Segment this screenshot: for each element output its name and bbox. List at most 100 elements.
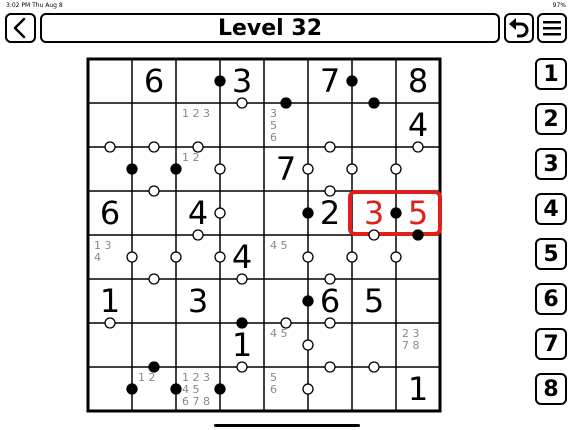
grid-cell[interactable]: [352, 59, 396, 103]
grid-cell[interactable]: [132, 279, 176, 323]
level-title: Level 32: [217, 15, 323, 41]
black-dot-constraint: [214, 383, 226, 395]
grid-cell[interactable]: [132, 235, 176, 279]
chevron-left-icon: [13, 17, 26, 39]
puzzle-board[interactable]: 6 3 7 8476 4 241 3 6 5113 51 2 3 3561 21 344 54 52…: [86, 57, 442, 413]
number-button-4[interactable]: 4: [535, 193, 567, 225]
pencil-mark: 1 2: [182, 151, 200, 164]
grid-cell[interactable]: [220, 103, 264, 147]
undo-button[interactable]: [504, 13, 534, 43]
white-dot-constraint: [324, 141, 336, 153]
status-bar: 3:02 PM Thu Aug 8 97%: [0, 0, 574, 10]
white-dot-constraint: [368, 229, 380, 241]
grid-cell[interactable]: [88, 323, 132, 367]
white-dot-constraint: [324, 273, 336, 285]
white-dot-constraint: [148, 185, 160, 197]
grid-cell[interactable]: [352, 323, 396, 367]
grid-cell[interactable]: [88, 147, 132, 191]
grid-cell[interactable]: [264, 59, 308, 103]
status-time: 3:02 PM Thu Aug 8: [6, 2, 63, 9]
grid-cell[interactable]: [220, 367, 264, 411]
white-dot-constraint: [104, 317, 116, 329]
pencil-mark: 7 8: [402, 339, 420, 352]
black-dot-constraint: [346, 75, 358, 87]
grid-cell[interactable]: [264, 191, 308, 235]
given-digit: 6: [320, 282, 340, 320]
pencil-mark: 4 5: [270, 239, 288, 252]
grid-cell[interactable]: [220, 191, 264, 235]
white-dot-constraint: [192, 141, 204, 153]
grid-cell[interactable]: [308, 235, 352, 279]
white-dot-constraint: [302, 383, 314, 395]
grid-cell[interactable]: [132, 323, 176, 367]
white-dot-constraint: [236, 273, 248, 285]
grid-cell[interactable]: [88, 367, 132, 411]
white-dot-constraint: [412, 141, 424, 153]
pencil-mark: 4: [94, 251, 101, 264]
black-dot-constraint: [126, 383, 138, 395]
entered-digit: 5: [408, 194, 428, 232]
black-dot-constraint: [214, 75, 226, 87]
grid-cell[interactable]: [352, 235, 396, 279]
grid-cell[interactable]: [352, 103, 396, 147]
grid-cell[interactable]: [132, 147, 176, 191]
grid-cell[interactable]: [396, 279, 440, 323]
white-dot-constraint: [302, 339, 314, 351]
grid-cell[interactable]: [352, 367, 396, 411]
grid-cell[interactable]: [308, 323, 352, 367]
white-dot-constraint: [214, 251, 226, 263]
given-digit: 4: [408, 106, 428, 144]
white-dot-constraint: [302, 163, 314, 175]
grid-cell[interactable]: [176, 59, 220, 103]
given-digit: 6: [144, 62, 164, 100]
grid-cell[interactable]: [88, 59, 132, 103]
grid-cell[interactable]: [396, 235, 440, 279]
black-dot-constraint: [170, 383, 182, 395]
status-battery: 97%: [552, 2, 566, 9]
number-button-6[interactable]: 6: [535, 283, 567, 315]
grid-cell[interactable]: [308, 367, 352, 411]
number-button-5[interactable]: 5: [535, 238, 567, 270]
white-dot-constraint: [346, 251, 358, 263]
pencil-mark: 6 7 8: [182, 395, 210, 408]
grid-cell[interactable]: [132, 103, 176, 147]
grid-cell[interactable]: [220, 147, 264, 191]
black-dot-constraint: [170, 163, 182, 175]
white-dot-constraint: [170, 251, 182, 263]
grid-cell[interactable]: [396, 147, 440, 191]
white-dot-constraint: [390, 163, 402, 175]
grid-cell[interactable]: [352, 147, 396, 191]
number-button-7[interactable]: 7: [535, 328, 567, 360]
white-dot-constraint: [214, 207, 226, 219]
hamburger-menu-icon: [543, 21, 561, 36]
pencil-mark: 1 2 3: [182, 107, 210, 120]
grid-cell[interactable]: [308, 147, 352, 191]
white-dot-constraint: [346, 163, 358, 175]
grid-cell[interactable]: [220, 279, 264, 323]
number-button-2[interactable]: 2: [535, 103, 567, 135]
grid-cell[interactable]: [176, 323, 220, 367]
grid-cell[interactable]: [308, 103, 352, 147]
grid-cell[interactable]: [132, 191, 176, 235]
pencil-mark: 4 5: [270, 327, 288, 340]
back-button[interactable]: [5, 13, 36, 43]
pencil-mark: 1 2: [138, 371, 156, 384]
grid-cell[interactable]: [176, 235, 220, 279]
black-dot-constraint: [236, 317, 248, 329]
given-digit: 1: [100, 282, 120, 320]
white-dot-constraint: [390, 251, 402, 263]
number-button-3[interactable]: 3: [535, 148, 567, 180]
given-digit: 2: [320, 194, 340, 232]
grid-cell[interactable]: [264, 279, 308, 323]
given-digit: 8: [408, 62, 428, 100]
grid-cell[interactable]: [88, 103, 132, 147]
white-dot-constraint: [192, 229, 204, 241]
black-dot-constraint: [302, 207, 314, 219]
black-dot-constraint: [126, 163, 138, 175]
given-digit: 3: [188, 282, 208, 320]
menu-button[interactable]: [537, 13, 567, 43]
number-button-8[interactable]: 8: [535, 373, 567, 405]
white-dot-constraint: [302, 251, 314, 263]
given-digit: 4: [232, 238, 252, 276]
number-button-1[interactable]: 1: [535, 58, 567, 90]
